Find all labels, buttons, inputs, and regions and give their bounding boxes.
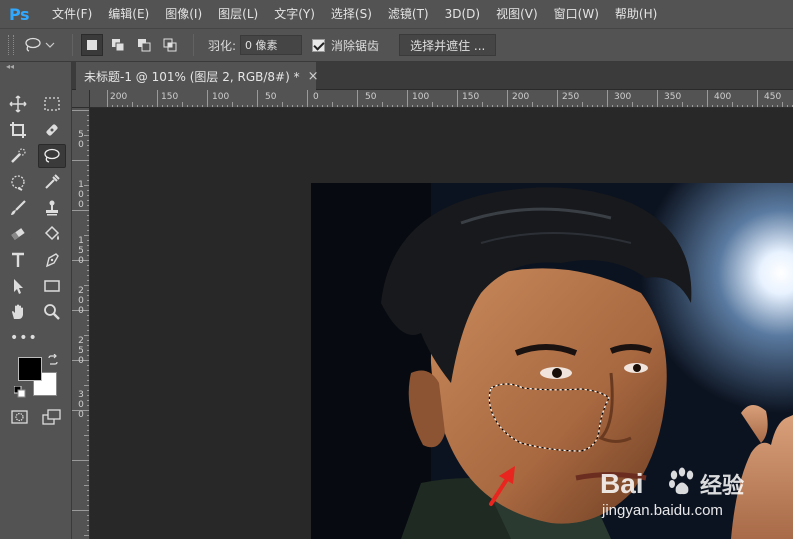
new-selection-icon [87, 40, 97, 50]
ruler-label: 2 0 0 [78, 286, 84, 316]
ruler-label: 3 0 0 [78, 390, 84, 420]
close-icon[interactable]: × [308, 69, 319, 84]
pen-tool-icon[interactable] [38, 248, 66, 272]
watermark-url: jingyan.baidu.com [601, 502, 723, 519]
options-bar-grip[interactable] [8, 35, 14, 55]
ruler-label: 300 [614, 92, 632, 102]
toolbox-collapse-icon[interactable]: ◂◂ [0, 62, 71, 72]
clone-stamp-tool-icon[interactable] [38, 196, 66, 220]
marquee-tool-icon[interactable] [38, 92, 66, 116]
document-tab-title: 未标题-1 @ 101% (图层 2, RGB/8#) * [84, 69, 300, 84]
subtract-selection-icon [138, 39, 151, 52]
spot-healing-tool-icon[interactable] [4, 170, 32, 194]
type-tool-icon[interactable] [4, 248, 32, 272]
select-and-mask-button[interactable]: 选择并遮住 ... [399, 34, 497, 56]
paw-icon [669, 467, 694, 495]
ruler-label: 150 [462, 92, 480, 102]
tool-preset-picker[interactable] [24, 37, 64, 53]
ruler-label: 5 0 [78, 130, 84, 150]
red-arrow-icon [489, 466, 515, 506]
menu-filter[interactable]: 滤镜(T) [380, 0, 437, 28]
move-tool-icon[interactable] [4, 92, 32, 116]
top-ruler-ticks [107, 90, 793, 107]
menu-layer[interactable]: 图层(L) [210, 0, 266, 28]
subtract-from-selection-button[interactable] [133, 34, 155, 56]
chevron-down-icon [45, 42, 55, 48]
menu-items: 文件(F) 编辑(E) 图像(I) 图层(L) 文字(Y) 选择(S) 滤镜(T… [44, 0, 665, 28]
divider [193, 34, 194, 56]
default-colors-icon[interactable] [14, 386, 26, 398]
new-selection-button[interactable] [81, 34, 103, 56]
toolbox: ◂◂ ••• [0, 62, 72, 539]
lasso-tool-icon[interactable] [38, 144, 66, 168]
ruler-corner[interactable] [72, 90, 90, 108]
ruler-label: 2 5 0 [78, 336, 84, 366]
menu-image[interactable]: 图像(I) [157, 0, 210, 28]
feather-label: 羽化: [208, 38, 237, 53]
add-to-selection-button[interactable] [107, 34, 129, 56]
eraser-tool-icon[interactable] [4, 222, 32, 246]
feather-input[interactable] [240, 35, 303, 55]
eyedropper-tool-icon[interactable] [38, 170, 66, 194]
quick-mask-icon[interactable] [10, 408, 30, 426]
ruler-label: 1 5 0 [78, 236, 84, 266]
left-ruler[interactable]: 5 0 1 0 0 1 5 0 2 0 0 2 5 0 3 0 0 [72, 108, 90, 539]
document-tab-bar: 未标题-1 @ 101% (图层 2, RGB/8#) * × [72, 62, 793, 90]
menu-file[interactable]: 文件(F) [44, 0, 100, 28]
left-ruler-ticks [72, 110, 89, 536]
path-selection-tool-icon[interactable] [4, 274, 32, 298]
ruler-label: 100 [412, 92, 430, 102]
ruler-label: 450 [764, 92, 782, 102]
document-tab[interactable]: 未标题-1 @ 101% (图层 2, RGB/8#) * × [76, 62, 319, 90]
tool-grid [0, 72, 71, 326]
photoshop-logo: Ps [9, 4, 29, 24]
baidu-jingyan-watermark: Bai 经验 jingyan.baidu.com [600, 467, 744, 519]
menu-type[interactable]: 文字(Y) [266, 0, 323, 28]
menu-help[interactable]: 帮助(H) [607, 0, 665, 28]
menu-3d[interactable]: 3D(D) [437, 0, 488, 28]
ruler-label: 200 [512, 92, 530, 102]
zoom-tool-icon[interactable] [38, 300, 66, 324]
brush-tool-icon[interactable] [4, 196, 32, 220]
paint-bucket-tool-icon[interactable] [38, 222, 66, 246]
intersect-selection-button[interactable] [159, 34, 181, 56]
top-ruler[interactable]: 200 150 100 50 0 50 100 150 200 250 300 … [90, 90, 793, 108]
ruler-label: 50 [265, 92, 277, 102]
ruler-label: 0 [313, 92, 319, 102]
ruler-label: 100 [212, 92, 230, 102]
antialias-label: 消除锯齿 [331, 38, 380, 53]
menu-edit[interactable]: 编辑(E) [100, 0, 157, 28]
ruler-label: 350 [664, 92, 682, 102]
lasso-preset-icon [25, 37, 41, 52]
edit-toolbar-icon[interactable]: ••• [10, 330, 38, 346]
menu-bar: Ps 文件(F) 编辑(E) 图像(I) 图层(L) 文字(Y) 选择(S) 滤… [0, 0, 793, 28]
rectangle-tool-icon[interactable] [38, 274, 66, 298]
antialias-checkbox[interactable] [312, 38, 326, 52]
watermark-brand-2: 经验 [700, 473, 744, 499]
ruler-label: 400 [714, 92, 732, 102]
screen-mode-icon[interactable] [42, 408, 62, 426]
watermark-brand: Bai [600, 468, 644, 499]
ruler-label: 200 [110, 92, 128, 102]
add-selection-icon [112, 39, 125, 52]
crop-tool-icon[interactable] [4, 118, 32, 142]
divider [72, 34, 73, 56]
hand-tool-icon[interactable] [4, 300, 32, 324]
menu-window[interactable]: 窗口(W) [546, 0, 607, 28]
healing-brush-tool-icon[interactable] [38, 118, 66, 142]
ruler-label: 1 0 0 [78, 180, 84, 210]
ruler-label: 150 [161, 92, 179, 102]
intersect-selection-icon [163, 38, 177, 52]
swap-colors-icon[interactable] [47, 354, 59, 366]
menu-select[interactable]: 选择(S) [323, 0, 380, 28]
foreground-color-swatch[interactable] [18, 357, 42, 381]
menu-view[interactable]: 视图(V) [488, 0, 546, 28]
options-bar: 羽化: 消除锯齿 选择并遮住 ... [0, 28, 793, 62]
ruler-label: 50 [365, 92, 377, 102]
quick-selection-tool-icon[interactable] [4, 144, 32, 168]
ruler-label: 250 [562, 92, 580, 102]
